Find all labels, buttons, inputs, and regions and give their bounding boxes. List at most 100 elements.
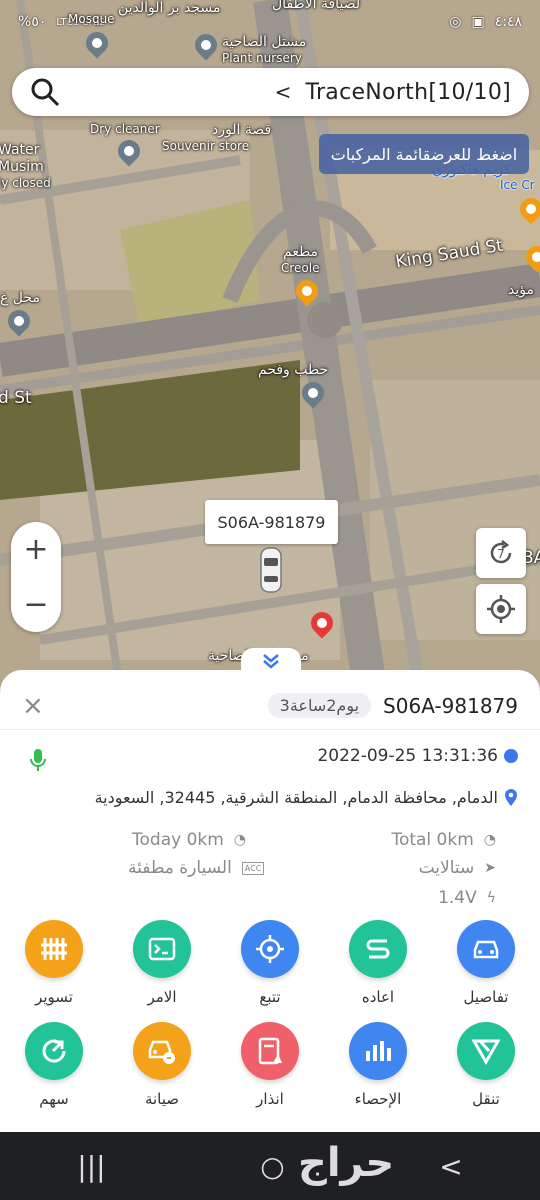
zoom-out-button[interactable]: − <box>23 587 48 622</box>
system-navbar: ||| ○ < <box>0 1132 540 1200</box>
refresh-icon: 7 <box>490 540 512 564</box>
terminal-icon[interactable] <box>133 920 191 978</box>
device-title: TraceNorth[10/10] <box>305 79 511 105</box>
map-label-top-ar: لضيافة الاطفال <box>272 0 361 12</box>
acc-icon: ACC <box>241 861 265 875</box>
map-label-mosque-en: Mosque <box>68 12 115 26</box>
voltage-row: 1.4V ϟ <box>438 888 496 908</box>
address-text: الدمام, محافظة الدمام, المنطقة الشرقية, … <box>94 788 498 807</box>
voltage-value: 1.4V <box>438 888 477 908</box>
clock-icon <box>504 749 518 763</box>
action-statistics[interactable]: الإحصاء <box>328 1022 428 1108</box>
map-label-closed: ly closed <box>0 176 51 190</box>
map-label-musim: Musim <box>0 159 44 175</box>
locate-icon <box>487 595 515 623</box>
alarm-doc-icon[interactable] <box>241 1022 299 1080</box>
vehicle-info-sheet: × 3يوم2ساعة S06A-981879 2022-09-25 13:31… <box>0 670 540 1132</box>
clock: ٤:٤٨ <box>494 14 522 30</box>
action-details[interactable]: تفاصيل <box>436 920 536 1006</box>
back-button[interactable]: < <box>439 1150 462 1183</box>
today-row: Today 0km ◔ <box>132 830 246 850</box>
zoom-in-button[interactable]: + <box>23 532 48 567</box>
location-pin-icon <box>505 788 517 806</box>
map-label-souvenir-ar: قصة الورد <box>212 122 272 138</box>
odometer-icon: ◔ <box>483 832 496 848</box>
status-right: ◎ ▣ ٤:٤٨ <box>449 14 522 30</box>
locate-button[interactable] <box>476 584 526 634</box>
close-button[interactable]: × <box>22 691 44 721</box>
action-label: تنقل <box>472 1090 500 1108</box>
car-icon[interactable] <box>457 920 515 978</box>
gallery-icon: ▣ <box>471 14 485 30</box>
map-view[interactable]: %٥٠ LTE1 LTE2 ◎ ▣ ٤:٤٨ مسجد بر الوالدين … <box>0 0 540 690</box>
action-label: اعاده <box>361 988 395 1006</box>
actions-row-2: سهم صيانة انذار الإحصاء تنقل <box>0 1022 540 1108</box>
acc-row: السيارة مطفئة ACC <box>128 858 265 878</box>
action-navigate[interactable]: تنقل <box>436 1022 536 1108</box>
total-distance: Total 0km <box>391 830 474 850</box>
sheet-header: × 3يوم2ساعة S06A-981879 <box>0 682 540 730</box>
home-button[interactable]: ○ <box>260 1150 284 1183</box>
map-label-st-left: d St <box>0 388 32 408</box>
gauge-icon: ◔ <box>233 832 247 848</box>
map-label-nursery-ar: مشتل الضاحية <box>222 34 307 50</box>
action-replay[interactable]: اعاده <box>328 920 428 1006</box>
action-label: الإحصاء <box>354 1090 402 1108</box>
map-label-muwaid: مؤيد <box>508 282 534 298</box>
crosshair-icon[interactable] <box>241 920 299 978</box>
car-marker-icon[interactable] <box>258 546 284 594</box>
datetime-text: 2022-09-25 13:31:36 <box>317 746 498 766</box>
signal-row: ستالايت ➤ <box>419 858 496 878</box>
chevron-down-double-icon <box>263 654 279 669</box>
search-bar[interactable]: < TraceNorth[10/10] <box>12 68 529 116</box>
map-label-icecream-en: Ice Cr <box>500 178 535 192</box>
navigate-icon[interactable] <box>457 1022 515 1080</box>
microphone-icon[interactable] <box>30 748 46 772</box>
car-label-popup[interactable]: S06A-981879 <box>205 500 338 544</box>
bolt-icon: ϟ <box>486 890 496 906</box>
action-label: انذار <box>256 1090 284 1108</box>
action-label: تسوير <box>35 988 73 1006</box>
action-fence[interactable]: تسوير <box>4 920 104 1006</box>
haraj-watermark: حراج <box>298 1140 395 1186</box>
search-icon[interactable] <box>30 77 60 107</box>
map-label-souvenir-en: Souvenir store <box>162 139 250 153</box>
satellite-arrow-icon: ➤ <box>484 860 496 876</box>
map-label-hatab: حطب وفحم <box>258 362 329 378</box>
map-label-drycleaner-en: Dry cleaner <box>90 122 160 136</box>
action-label: سهم <box>39 1090 69 1108</box>
fence-icon[interactable] <box>25 920 83 978</box>
app-screen: %٥٠ LTE1 LTE2 ◎ ▣ ٤:٤٨ مسجد بر الوالدين … <box>0 0 540 1200</box>
action-command[interactable]: الامر <box>112 920 212 1006</box>
refresh-count: 7 <box>497 547 505 561</box>
action-label: صيانة <box>144 1090 180 1108</box>
back-chevron-icon[interactable]: < <box>275 80 292 104</box>
car-repair-icon[interactable] <box>133 1022 191 1080</box>
acc-status: السيارة مطفئة <box>128 858 232 878</box>
map-label-creole-en: Creole <box>281 261 320 275</box>
arrow-circle-icon[interactable] <box>25 1022 83 1080</box>
instagram-icon: ◎ <box>449 14 462 30</box>
recent-apps-button[interactable]: ||| <box>77 1150 105 1183</box>
refresh-button[interactable]: 7 <box>476 528 526 578</box>
map-label-creole-ar: مطعم <box>283 244 319 260</box>
action-track[interactable]: تتبع <box>220 920 320 1006</box>
actions-row-1: تسوير الامر تتبع اعاده تفاصيل <box>0 920 540 1006</box>
signal-type: ستالايت <box>418 858 475 878</box>
battery-text: %٥٠ <box>18 14 47 30</box>
replay-route-icon[interactable] <box>349 920 407 978</box>
map-label-mahal: محل غ <box>0 290 40 306</box>
action-arrow[interactable]: سهم <box>4 1022 104 1108</box>
action-label: تتبع <box>259 988 281 1006</box>
map-label-water: Water <box>0 142 40 158</box>
vehicle-list-hint[interactable]: اضغط للعرضقائمة المركبات <box>319 134 529 174</box>
datetime-row: 2022-09-25 13:31:36 <box>317 746 518 766</box>
zoom-control: + − <box>11 522 61 632</box>
address-row: الدمام, محافظة الدمام, المنطقة الشرقية, … <box>95 788 518 807</box>
today-distance: Today 0km <box>132 830 224 850</box>
action-maintenance[interactable]: صيانة <box>112 1022 212 1108</box>
bar-chart-icon[interactable] <box>349 1022 407 1080</box>
map-label-mosque-ar: مسجد بر الوالدين <box>118 0 221 16</box>
vehicle-plate: S06A-981879 <box>383 693 518 718</box>
action-alarm[interactable]: انذار <box>220 1022 320 1108</box>
